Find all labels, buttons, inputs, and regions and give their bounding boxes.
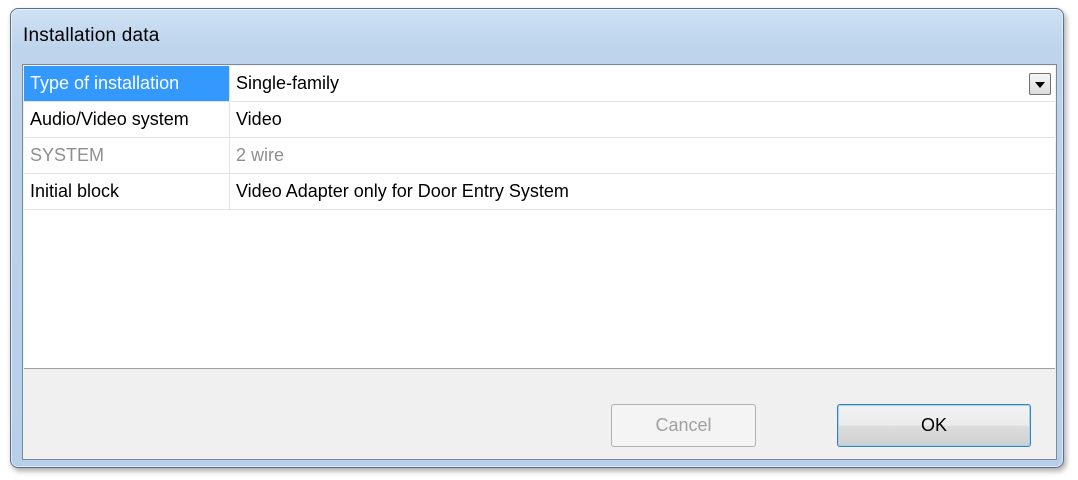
ok-button[interactable]: OK [837, 404, 1031, 447]
cancel-button[interactable]: Cancel [611, 404, 756, 447]
property-value: 2 wire [236, 145, 285, 165]
property-grid: Type of installation Single-family Audio… [24, 66, 1055, 369]
property-row-type-of-installation[interactable]: Type of installation Single-family [24, 66, 1055, 102]
property-row-system: SYSTEM 2 wire [24, 138, 1055, 174]
dropdown-button[interactable] [1029, 73, 1051, 95]
title-bar[interactable]: Installation data [11, 9, 1063, 55]
property-row-audio-video-system[interactable]: Audio/Video system Video [24, 102, 1055, 138]
property-label: Audio/Video system [24, 102, 230, 137]
property-value[interactable]: Video [230, 102, 1055, 137]
property-label: Type of installation [24, 66, 230, 101]
property-value[interactable]: Single-family [230, 66, 1055, 101]
property-value-text: Single-family [236, 73, 340, 93]
property-label: Initial block [24, 174, 230, 209]
property-label: SYSTEM [24, 138, 230, 173]
property-row-initial-block[interactable]: Initial block Video Adapter only for Doo… [24, 174, 1055, 210]
chevron-down-icon [1035, 82, 1045, 88]
property-value[interactable]: Video Adapter only for Door Entry System [230, 174, 1055, 209]
window-title: Installation data [23, 25, 160, 46]
dialog-client-area: Type of installation Single-family Audio… [22, 64, 1057, 460]
installation-data-dialog: Installation data Type of installation S… [10, 8, 1064, 468]
